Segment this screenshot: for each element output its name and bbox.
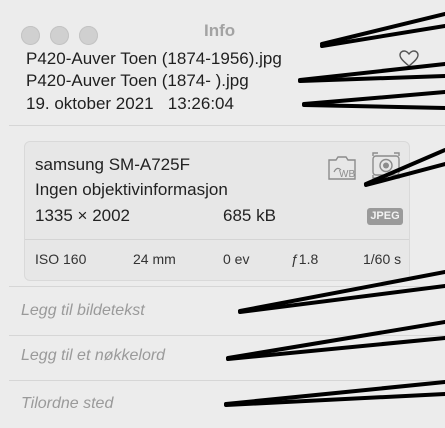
annotation-line bbox=[302, 103, 445, 110]
annotation-lines bbox=[224, 12, 445, 407]
annotation-line bbox=[302, 90, 445, 106]
